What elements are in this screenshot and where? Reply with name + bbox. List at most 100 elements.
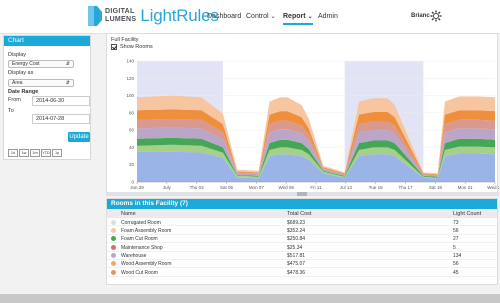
logo-line-2: LUMENS xyxy=(105,16,137,23)
column-light-count[interactable]: Light Count xyxy=(453,211,481,217)
logo[interactable]: DIGITAL LUMENS LightRules xyxy=(88,6,219,26)
x-tick-label: Sat 05 xyxy=(220,185,234,190)
room-color-swatch xyxy=(111,269,116,275)
zoom-1y-button[interactable]: 1y xyxy=(52,149,62,157)
display-select-value: Energy Cost xyxy=(12,61,40,67)
logo-wordmark: DIGITAL LUMENS xyxy=(105,8,136,24)
user-name[interactable]: Brianc xyxy=(411,13,430,19)
nav-control-label: Control xyxy=(246,13,269,20)
nav-admin[interactable]: Admin xyxy=(318,13,338,20)
rooms-table-body: Corrugated Room $689.23 73 Foam Assembly Ro… xyxy=(107,218,497,277)
room-light-count: 134 xyxy=(453,253,462,260)
room-color-swatch xyxy=(111,227,116,233)
nav-report-label: Report xyxy=(283,13,306,20)
rooms-table-header: Name Total Cost Light Count xyxy=(107,209,497,218)
nav-report[interactable]: Report ⌄ xyxy=(283,13,313,25)
zoom-1m-button[interactable]: 1m xyxy=(30,149,40,157)
room-light-count: 56 xyxy=(453,261,459,268)
room-total-cost: $517.81 xyxy=(287,253,306,260)
x-tick-label: Mon 07 xyxy=(249,185,265,190)
x-tick-label: Mon 21 xyxy=(458,185,474,190)
footer-bar xyxy=(0,294,500,303)
x-tick-label: July xyxy=(163,185,172,190)
x-tick-label: Tue 15 xyxy=(369,185,383,190)
column-total-cost[interactable]: Total Cost xyxy=(287,211,311,217)
y-tick-label: 20 xyxy=(129,162,135,167)
x-tick-label: Jun 29 xyxy=(130,185,144,190)
logo-line-1: DIGITAL xyxy=(105,8,135,15)
room-total-cost: $689.23 xyxy=(287,219,306,226)
nav-dashboard[interactable]: Dashboard xyxy=(207,13,241,20)
room-color-swatch xyxy=(111,236,116,242)
select-arrows-icon: ⇵ xyxy=(65,61,70,67)
x-tick-label: Wed 23 xyxy=(487,185,499,190)
top-bar: DIGITAL LUMENS LightRules Dashboard Cont… xyxy=(0,0,500,34)
gear-icon[interactable] xyxy=(430,10,442,22)
date-range-label: Date Range xyxy=(8,89,39,95)
y-tick-label: 140 xyxy=(126,59,134,64)
room-name: Wood Assembly Room xyxy=(121,261,172,268)
energy-cost-area-chart[interactable]: 0 20 40 60 80 100 120 140 Jun 29 July Thu 03 Sat 05… xyxy=(107,34,499,197)
table-row[interactable]: Warehouse $517.81 134 xyxy=(107,252,497,260)
table-row[interactable]: Wood Cut Room $478.36 45 xyxy=(107,268,497,277)
room-color-swatch xyxy=(111,219,116,225)
y-tick-label: 120 xyxy=(126,76,134,81)
zoom-1w-button[interactable]: 1w xyxy=(19,149,29,157)
room-total-cost: $352.24 xyxy=(287,227,306,234)
chart-options-panel: Chart Display Energy Cost ⇵ Display as A… xyxy=(3,35,91,160)
room-light-count: 45 xyxy=(453,269,459,276)
nav-control[interactable]: Control ⌄ xyxy=(246,13,276,20)
zoom-ytd-button[interactable]: YTD xyxy=(41,149,51,157)
y-tick-label: 40 xyxy=(129,145,135,150)
display-as-select-value: Area xyxy=(12,80,23,86)
room-total-cost: $475.07 xyxy=(287,261,306,268)
x-tick-label: Fri 11 xyxy=(310,185,322,190)
display-as-label: Display as xyxy=(8,70,34,76)
table-row[interactable]: Foam Cut Room $250.84 27 xyxy=(107,235,497,244)
x-tick-label: Jul 13 xyxy=(340,185,353,190)
from-date-input[interactable]: 2014-06-30 xyxy=(32,96,90,106)
to-label: To xyxy=(8,108,14,114)
display-select[interactable]: Energy Cost ⇵ xyxy=(8,60,74,68)
x-tick-label: Sat 19 xyxy=(429,185,443,190)
room-light-count: 27 xyxy=(453,236,459,243)
room-total-cost: $25.34 xyxy=(287,244,303,251)
display-as-select[interactable]: Area ⇵ xyxy=(8,79,74,87)
from-label: From xyxy=(8,97,21,103)
x-tick-label: Wed 09 xyxy=(278,185,294,190)
room-total-cost: $250.84 xyxy=(287,236,306,243)
select-arrows-icon: ⇵ xyxy=(65,80,70,86)
room-name: Foam Cut Room xyxy=(121,236,158,243)
range-selector-handle xyxy=(297,192,307,196)
table-row[interactable]: Wood Assembly Room $475.07 56 xyxy=(107,260,497,269)
chart-options-title: Chart xyxy=(4,36,90,46)
y-tick-label: 100 xyxy=(126,93,134,98)
room-light-count: 5 xyxy=(453,244,456,251)
room-name: Wood Cut Room xyxy=(121,269,158,276)
display-label: Display xyxy=(8,52,27,58)
x-tick-label: Thu 17 xyxy=(398,185,413,190)
zoom-range-buttons: 1d 1w 1m YTD 1y xyxy=(8,149,63,157)
rooms-table-title: Rooms in this Facility (7) xyxy=(107,199,497,209)
update-button[interactable]: Update xyxy=(68,132,90,142)
table-row[interactable]: Corrugated Room $689.23 73 xyxy=(107,218,497,227)
y-tick-label: 80 xyxy=(129,110,135,115)
zoom-1d-button[interactable]: 1d xyxy=(8,149,18,157)
to-date-input[interactable]: 2014-07-28 xyxy=(32,114,90,124)
nav-dashboard-label: Dashboard xyxy=(207,13,242,20)
room-color-swatch xyxy=(111,261,116,267)
chevron-down-icon: ⌄ xyxy=(307,14,313,20)
table-row[interactable]: Foam Assembly Room $352.24 56 xyxy=(107,226,497,235)
room-color-swatch xyxy=(111,253,116,259)
y-tick-label: 0 xyxy=(131,180,134,185)
room-name: Maintenance Shop xyxy=(121,244,163,251)
table-row[interactable]: Maintenance Shop $25.34 5 xyxy=(107,243,497,252)
room-color-swatch xyxy=(111,244,116,250)
digital-lumens-logo-mark-icon xyxy=(88,6,102,26)
rooms-table-panel: Rooms in this Facility (7) Name Total Co… xyxy=(106,198,498,285)
column-name[interactable]: Name xyxy=(121,211,136,217)
chart-panel: Full Facility Show Rooms 0 20 40 60 80 100 120… xyxy=(106,33,499,197)
room-name: Corrugated Room xyxy=(121,219,161,226)
room-name: Warehouse xyxy=(121,253,147,260)
chevron-down-icon: ⌄ xyxy=(270,14,276,20)
